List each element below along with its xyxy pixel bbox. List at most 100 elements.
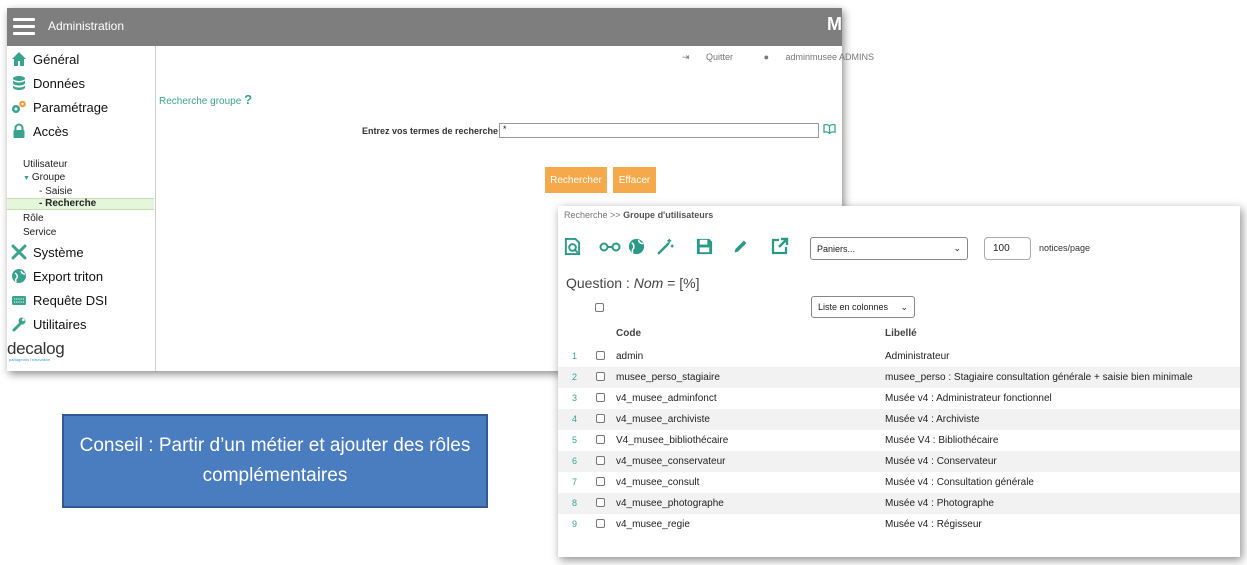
- column-header-code[interactable]: Code: [616, 328, 641, 339]
- row-code[interactable]: V4_musee_bibliothécaire: [616, 435, 728, 446]
- brand-letter: M: [827, 14, 842, 34]
- row-number: 5: [572, 435, 578, 445]
- table-row[interactable]: 4 v4_musee_archiviste Musée v4 : Archivi…: [558, 409, 1240, 430]
- sidebar-item-requete-dsi[interactable]: Requête DSI: [11, 290, 107, 310]
- sidebar-sub-groupe[interactable]: ▼ Groupe: [23, 172, 65, 183]
- sidebar-item-label: Paramétrage: [33, 99, 109, 115]
- save-icon[interactable]: [692, 234, 716, 258]
- query-prefix: Question :: [566, 275, 630, 291]
- clear-button[interactable]: Effacer: [613, 167, 656, 193]
- row-number: 3: [572, 393, 578, 403]
- gears-icon: [12, 100, 26, 113]
- row-libelle: musee_perso : Stagiaire consultation gén…: [885, 372, 1193, 383]
- row-code[interactable]: v4_musee_photographe: [616, 498, 724, 509]
- row-number: 2: [572, 372, 578, 382]
- sidebar-sub-groupe-label: Groupe: [31, 172, 66, 183]
- user-label: adminmusee ADMINS: [785, 52, 875, 62]
- sidebar-item-label: Utilitaires: [33, 316, 87, 332]
- sidebar-item-general[interactable]: Général: [11, 49, 79, 69]
- sidebar-sub-role[interactable]: Rôle: [23, 213, 44, 224]
- sidebar: Général Données Paramétrage Accès Utilis…: [7, 46, 156, 371]
- view-record-icon[interactable]: [560, 234, 584, 258]
- row-libelle: Administrateur: [885, 351, 950, 362]
- decalog-logo: decalog: [7, 339, 65, 358]
- table-row[interactable]: 9 v4_musee_regie Musée v4 : Régisseur: [558, 514, 1240, 535]
- sidebar-item-parametrage[interactable]: Paramétrage: [11, 97, 108, 117]
- row-number: 4: [572, 414, 578, 424]
- globe-export-icon[interactable]: [624, 234, 648, 258]
- row-libelle: Musée V4 : Bibliothécaire: [885, 435, 999, 446]
- row-libelle: Musée v4 : Administrateur fonctionnel: [885, 393, 1052, 404]
- user-link[interactable]: ● adminmusee ADMINS: [764, 52, 888, 62]
- sidebar-item-systeme[interactable]: Système: [11, 242, 84, 262]
- per-page-input[interactable]: 100: [984, 237, 1031, 260]
- row-code[interactable]: v4_musee_adminfonct: [616, 393, 717, 404]
- sidebar-sub-saisie[interactable]: - Saisie: [39, 186, 72, 197]
- table-row[interactable]: 6 v4_musee_conservateur Musée v4 : Conse…: [558, 451, 1240, 472]
- book-icon[interactable]: [823, 123, 836, 137]
- row-code[interactable]: v4_musee_regie: [616, 519, 690, 530]
- table-row[interactable]: 1 admin Administrateur: [558, 346, 1240, 367]
- sidebar-item-acces[interactable]: Accès: [11, 121, 68, 141]
- sidebar-sub-utilisateur[interactable]: Utilisateur: [23, 159, 67, 170]
- magic-wand-icon[interactable]: [653, 234, 677, 258]
- row-number: 7: [572, 477, 578, 487]
- query-value: = [%]: [667, 275, 700, 291]
- table-row[interactable]: 7 v4_musee_consult Musée v4 : Consultati…: [558, 472, 1240, 493]
- table-row[interactable]: 5 V4_musee_bibliothécaire Musée V4 : Bib…: [558, 430, 1240, 451]
- row-libelle: Musée v4 : Photographe: [885, 498, 994, 509]
- view-mode-select[interactable]: Liste en colonnes ⌄: [811, 296, 915, 318]
- column-header-libelle[interactable]: Libellé: [885, 328, 917, 339]
- row-code[interactable]: admin: [616, 351, 643, 362]
- breadcrumb-parent[interactable]: Recherche >>: [564, 210, 621, 220]
- row-checkbox[interactable]: [596, 519, 605, 528]
- sidebar-sub-recherche[interactable]: - Recherche: [7, 198, 154, 210]
- sidebar-item-utilitaires[interactable]: Utilitaires: [11, 314, 86, 334]
- table-row[interactable]: 2 musee_perso_stagiaire musee_perso : St…: [558, 367, 1240, 388]
- table-row[interactable]: 3 v4_musee_adminfonct Musée v4 : Adminis…: [558, 388, 1240, 409]
- row-checkbox[interactable]: [596, 372, 605, 381]
- select-all-checkbox[interactable]: [595, 303, 604, 312]
- row-checkbox[interactable]: [596, 414, 605, 423]
- baskets-select[interactable]: Paniers... ⌄: [810, 237, 968, 260]
- sidebar-item-export-triton[interactable]: Export triton: [11, 266, 103, 286]
- row-checkbox[interactable]: [596, 477, 605, 486]
- chevron-down-icon: ⌄: [953, 243, 961, 253]
- query-field: Nom: [633, 275, 664, 291]
- breadcrumb-current: Groupe d'utilisateurs: [623, 210, 714, 220]
- row-checkbox[interactable]: [596, 393, 605, 402]
- row-libelle: Musée v4 : Consultation générale: [885, 477, 1034, 488]
- row-libelle: Musée v4 : Régisseur: [885, 519, 982, 530]
- glasses-icon[interactable]: [598, 234, 622, 258]
- help-icon[interactable]: ?: [244, 92, 252, 107]
- search-title-text: Recherche groupe: [159, 96, 242, 107]
- row-number: 6: [572, 456, 578, 466]
- quit-link[interactable]: ⇥ Quitter: [682, 52, 747, 62]
- row-checkbox[interactable]: [596, 456, 605, 465]
- row-checkbox[interactable]: [596, 498, 605, 507]
- sidebar-item-donnees[interactable]: Données: [11, 73, 85, 93]
- row-code[interactable]: v4_musee_consult: [616, 477, 699, 488]
- row-code[interactable]: musee_perso_stagiaire: [616, 372, 720, 383]
- logout-icon: ⇥: [682, 52, 693, 62]
- row-libelle: Musée v4 : Conservateur: [885, 456, 997, 467]
- sidebar-item-label: Données: [33, 75, 86, 91]
- results-window: Recherche >> Groupe d'utilisateurs Panie…: [558, 206, 1240, 557]
- row-code[interactable]: v4_musee_conservateur: [616, 456, 726, 467]
- row-checkbox[interactable]: [596, 435, 605, 444]
- sidebar-item-label: Export triton: [33, 268, 104, 284]
- keyboard-icon: [12, 296, 26, 305]
- tip-callout: Conseil : Partir d’un métier et ajouter …: [62, 414, 488, 508]
- sidebar-item-label: Requête DSI: [33, 292, 108, 308]
- row-code[interactable]: v4_musee_archiviste: [616, 414, 710, 425]
- sidebar-sub-service[interactable]: Service: [23, 227, 56, 238]
- tools-icon: [11, 244, 27, 260]
- row-checkbox[interactable]: [596, 351, 605, 360]
- edit-pencil-icon[interactable]: [728, 234, 752, 258]
- menu-icon[interactable]: [13, 18, 35, 35]
- search-input[interactable]: *: [499, 123, 819, 138]
- external-link-icon[interactable]: [768, 234, 792, 258]
- app-title: Administration: [48, 19, 125, 33]
- search-button[interactable]: Rechercher: [545, 167, 607, 193]
- table-row[interactable]: 8 v4_musee_photographe Musée v4 : Photog…: [558, 493, 1240, 514]
